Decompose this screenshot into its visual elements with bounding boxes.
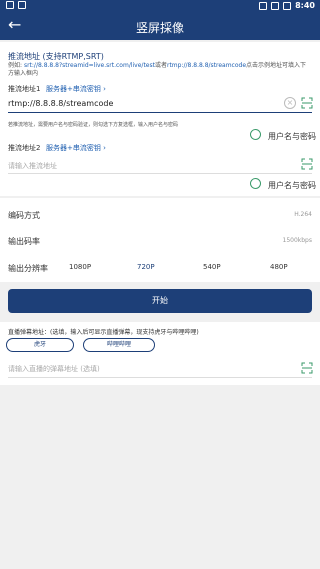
encoding-label: 编码方式 bbox=[8, 211, 40, 220]
auth-radio-2[interactable] bbox=[250, 178, 261, 189]
live-comment-input[interactable]: 请输入直播的弹幕地址 (选填) bbox=[8, 364, 100, 374]
push-url2-label: 推流地址2 bbox=[8, 144, 41, 152]
bitrate-label: 输出码率 bbox=[8, 237, 40, 246]
push-url-card: 推流地址 (支持RTMP,SRT) 例如: srt://8.8.8.8?stre… bbox=[0, 42, 320, 196]
status-icons-left bbox=[6, 1, 26, 9]
huya-chip[interactable]: 虎牙 bbox=[6, 338, 74, 352]
status-bar: 8:40 bbox=[0, 0, 320, 12]
app-bar: ← 竖屏採像 bbox=[0, 12, 320, 40]
server-key-link-1-text: 服务器+串流密钥 bbox=[46, 85, 101, 93]
auth-radio-1[interactable] bbox=[250, 129, 261, 140]
notification-icon bbox=[6, 1, 14, 9]
push-url2-underline bbox=[8, 173, 312, 174]
scan-qr-icon-3[interactable] bbox=[301, 362, 313, 374]
signal-icon bbox=[271, 1, 280, 10]
settings-card: 编码方式 H.264 输出码率 1500kbps 输出分辨率 1080P 720… bbox=[0, 198, 320, 282]
example-prefix: 例如: bbox=[8, 62, 23, 69]
auth-hint: 若推流地址，需要用户名与密码验证，则勾选下方复选框，输入用户名与密码 bbox=[8, 122, 179, 128]
resolution-option-720p[interactable]: 720P bbox=[137, 263, 155, 271]
push-url1-underline bbox=[8, 112, 312, 113]
live-comment-card: 直播弹幕地址：(选填，输入后可显示直播弹幕，现支持虎牙与哔哩哔哩) 虎牙 哔哩哔… bbox=[0, 322, 320, 385]
scan-qr-icon[interactable] bbox=[301, 97, 313, 109]
server-key-link-1[interactable]: 服务器+串流密钥 › bbox=[46, 84, 106, 94]
resolution-option-480p[interactable]: 480P bbox=[270, 263, 288, 271]
example-rtmp-link[interactable]: rtmp://8.8.8.8/streamcode bbox=[167, 62, 246, 69]
status-time: 8:40 bbox=[295, 1, 315, 10]
bitrate-value[interactable]: 1500kbps bbox=[283, 237, 313, 244]
push-url2-input[interactable]: 请输入推流地址 bbox=[8, 161, 57, 171]
resolution-option-1080p[interactable]: 1080P bbox=[69, 263, 91, 271]
push-url1-label: 推流地址1 bbox=[8, 85, 41, 93]
resolution-label: 输出分辨率 bbox=[8, 264, 48, 273]
page-title: 竖屏採像 bbox=[135, 21, 184, 35]
server-key-link-2[interactable]: 服务器+串流密钥 › bbox=[46, 143, 106, 153]
clear-icon[interactable]: × bbox=[284, 97, 296, 109]
example-or: 或者 bbox=[154, 62, 167, 69]
start-button[interactable]: 开始 bbox=[8, 289, 312, 313]
resolution-option-540p[interactable]: 540P bbox=[203, 263, 221, 271]
push-url1-input[interactable]: rtmp://8.8.8.8/streamcode bbox=[8, 99, 113, 108]
live-comment-underline bbox=[8, 377, 312, 378]
push-example-text: 例如: srt://8.8.8.8?streamid=live.srt.com/… bbox=[8, 62, 312, 78]
live-comment-label: 直播弹幕地址：(选填，输入后可显示直播弹幕，现支持虎牙与哔哩哔哩) bbox=[8, 329, 199, 336]
example-srt-link[interactable]: srt://8.8.8.8?streamid=live.srt.com/live… bbox=[24, 62, 155, 69]
scan-qr-icon-2[interactable] bbox=[301, 158, 313, 170]
wifi-icon bbox=[259, 1, 268, 10]
app-notification-icon bbox=[18, 1, 26, 9]
push-section-title: 推流地址 (支持RTMP,SRT) bbox=[8, 52, 104, 61]
battery-icon bbox=[283, 1, 292, 10]
bilibili-chip[interactable]: 哔哩哔哩 bbox=[83, 338, 155, 352]
encoding-value[interactable]: H.264 bbox=[294, 211, 312, 218]
server-key-link-2-text: 服务器+串流密钥 bbox=[46, 144, 101, 152]
status-icons-right: 8:40 bbox=[259, 1, 315, 10]
auth-label-1: 用户名与密码 bbox=[268, 132, 316, 141]
auth-label-2: 用户名与密码 bbox=[268, 181, 316, 190]
